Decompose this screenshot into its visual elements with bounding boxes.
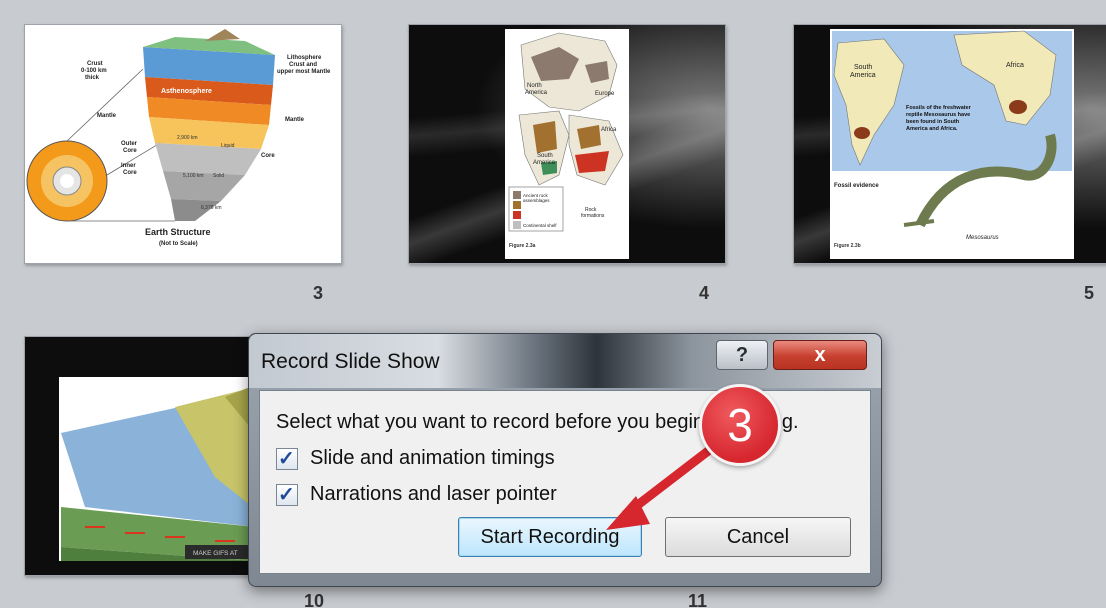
step-callout-badge: 3 [699, 384, 781, 466]
annotation-arrow-icon [606, 443, 717, 530]
slide-sorter-view: Crust 0-100 km thick Lithosphere Crust and u… [0, 0, 1106, 608]
